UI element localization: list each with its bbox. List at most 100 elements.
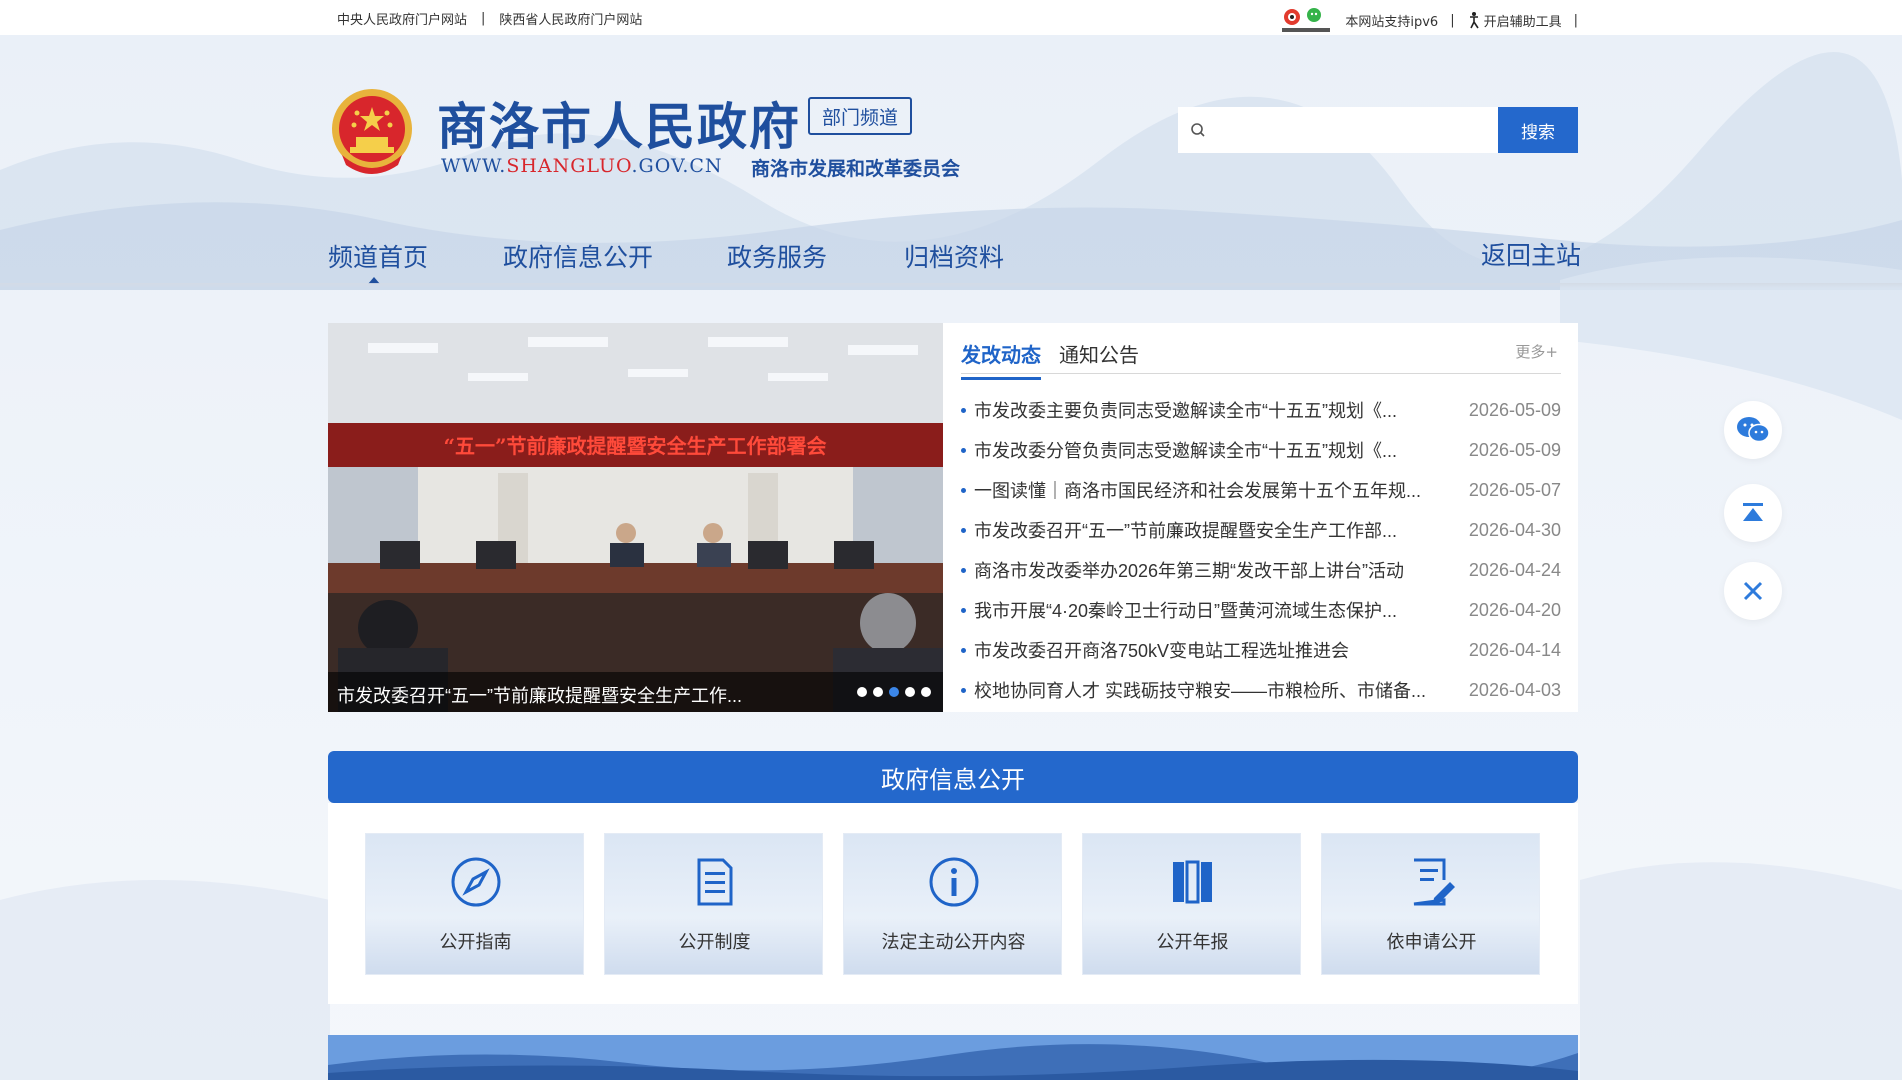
nav-divider	[0, 283, 1902, 288]
card-label: 依申请公开	[1386, 932, 1477, 952]
news-date: 2026-04-24	[1468, 559, 1561, 580]
card-label: 公开指南	[439, 932, 512, 952]
site-url-domain: SHANGLUO	[506, 155, 632, 177]
bullet-icon	[961, 607, 966, 613]
card-disclosure-rules[interactable]: 公开制度	[604, 833, 823, 975]
news-date: 2026-04-03	[1468, 679, 1561, 700]
news-title[interactable]: 商洛市发改委举办2026年第三期“发改干部上讲台”活动	[974, 557, 1456, 583]
nav-item-archive[interactable]: 归档资料	[904, 238, 1004, 274]
more-link[interactable]: 更多+	[1515, 341, 1558, 362]
divider: |	[1450, 12, 1455, 28]
bullet-icon	[961, 647, 966, 653]
news-title[interactable]: 市发改委分管负责同志受邀解读全市“十五五”规划《...	[974, 437, 1456, 463]
bottom-landscape-banner	[328, 1035, 1578, 1080]
department-channel-badge: 部门频道	[808, 97, 912, 135]
divider: |	[1573, 12, 1578, 28]
list-item[interactable]: 校地协同育人才 实践砺技守粮安——市粮检所、市储备... 2026-04-03	[961, 670, 1561, 710]
bullet-icon	[961, 407, 966, 413]
department-name: 商洛市发展和改革委员会	[751, 158, 961, 180]
news-title[interactable]: 校地协同育人才 实践砺技守粮安——市粮检所、市储备...	[974, 677, 1456, 703]
site-url-suffix: .GOV.CN	[631, 155, 723, 177]
list-item[interactable]: 我市开展“4·20秦岭卫士行动日”暨黄河流域生态保护... 2026-04-20	[961, 590, 1561, 630]
divider: |	[481, 11, 486, 26]
carousel-caption[interactable]: 市发改委召开“五一”节前廉政提醒暨安全生产工作...	[337, 682, 742, 708]
card-apply-disclosure[interactable]: 依申请公开	[1321, 833, 1540, 975]
central-gov-link[interactable]: 中央人民政府门户网站	[337, 9, 467, 28]
info-icon	[929, 857, 979, 907]
disclosure-panel: 公开指南 公开制度 法定主动公开内容 公开年报 依申请公开	[328, 803, 1578, 1004]
search-box: 搜索	[1178, 107, 1578, 153]
bullet-icon	[961, 447, 966, 453]
card-disclosure-guide[interactable]: 公开指南	[365, 833, 584, 975]
bullet-icon	[961, 687, 966, 693]
edit-form-icon	[1413, 858, 1455, 906]
news-date: 2026-05-09	[1468, 439, 1561, 460]
main-nav: 频道首页 政府信息公开 政务服务 归档资料 返回主站	[0, 220, 1902, 285]
news-title[interactable]: 一图读懂｜商洛市国民经济和社会发展第十五个五年规...	[974, 477, 1456, 503]
news-panel: 发改动态 通知公告 更多+ 市发改委主要负责同志受邀解读全市“十五五”规划《..…	[943, 323, 1578, 712]
carousel-dot[interactable]	[905, 687, 915, 697]
bullet-icon	[961, 487, 966, 493]
card-statutory-content[interactable]: 法定主动公开内容	[843, 833, 1062, 975]
nav-item-services[interactable]: 政务服务	[727, 238, 827, 274]
search-input[interactable]	[1218, 107, 1498, 153]
list-item[interactable]: 市发改委分管负责同志受邀解读全市“十五五”规划《... 2026-05-09	[961, 430, 1561, 470]
shaanxi-gov-link[interactable]: 陕西省人民政府门户网站	[499, 9, 642, 28]
compass-icon	[451, 857, 501, 907]
news-title[interactable]: 我市开展“4·20秦岭卫士行动日”暨黄河流域生态保护...	[974, 597, 1456, 623]
news-date: 2026-04-30	[1468, 519, 1561, 540]
carousel-dots	[857, 687, 931, 697]
wechat-button[interactable]	[1724, 401, 1782, 459]
wechat-icon	[1737, 417, 1770, 443]
search-icon	[1178, 107, 1218, 153]
weibo-wechat-matrix-icon[interactable]	[1279, 6, 1333, 34]
back-to-top-button[interactable]	[1724, 484, 1782, 542]
carousel-caption-bar: 市发改委召开“五一”节前廉政提醒暨安全生产工作...	[328, 672, 943, 712]
tab-divider	[961, 373, 1561, 374]
site-url: WWW.SHANGLUO.GOV.CN	[441, 155, 723, 177]
news-carousel[interactable]: “五一”节前廉政提醒暨安全生产工作部署会 市发改委召开“五一”节前廉政提醒暨安全…	[328, 323, 943, 712]
card-label: 公开年报	[1156, 932, 1229, 952]
news-date: 2026-04-20	[1468, 599, 1561, 620]
accessibility-label: 开启辅助工具	[1483, 14, 1562, 30]
carousel-banner-text: “五一”节前廉政提醒暨安全生产工作部署会	[443, 434, 826, 458]
national-emblem-logo[interactable]	[330, 85, 414, 179]
bullet-icon	[961, 567, 966, 573]
site-url-prefix: WWW.	[441, 155, 507, 177]
search-button[interactable]: 搜索	[1498, 107, 1578, 153]
disclosure-section-header: 政府信息公开	[328, 751, 1578, 803]
nav-back-to-main-site[interactable]: 返回主站	[1481, 236, 1581, 272]
carousel-dot[interactable]	[921, 687, 931, 697]
accessibility-icon	[1469, 12, 1479, 29]
list-item[interactable]: 商洛市发改委举办2026年第三期“发改干部上讲台”活动 2026-04-24	[961, 550, 1561, 590]
nav-item-home[interactable]: 频道首页	[328, 238, 428, 274]
card-label: 公开制度	[678, 932, 751, 952]
top-utility-bar: 中央人民政府门户网站 | 陕西省人民政府门户网站 本网站支持ipv6 | 开启辅…	[0, 0, 1902, 35]
back-to-top-icon	[1743, 503, 1763, 521]
news-date: 2026-05-07	[1468, 479, 1561, 500]
list-item[interactable]: 市发改委召开“五一”节前廉政提醒暨安全生产工作部... 2026-04-30	[961, 510, 1561, 550]
news-date: 2026-05-09	[1468, 399, 1561, 420]
news-title[interactable]: 市发改委主要负责同志受邀解读全市“十五五”规划《...	[974, 397, 1456, 423]
carousel-dot[interactable]	[857, 687, 867, 697]
news-title[interactable]: 市发改委召开商洛750kV变电站工程选址推进会	[974, 637, 1456, 663]
ipv6-notice: 本网站支持ipv6	[1345, 14, 1439, 30]
site-title: 商洛市人民政府	[437, 97, 801, 156]
news-date: 2026-04-14	[1468, 639, 1561, 660]
close-icon	[1743, 581, 1763, 601]
carousel-dot[interactable]	[873, 687, 883, 697]
list-item[interactable]: 市发改委召开商洛750kV变电站工程选址推进会 2026-04-14	[961, 630, 1561, 670]
card-annual-report[interactable]: 公开年报	[1082, 833, 1301, 975]
list-item[interactable]: 市发改委主要负责同志受邀解读全市“十五五”规划《... 2026-05-09	[961, 390, 1561, 430]
accessibility-toggle[interactable]: 开启辅助工具	[1467, 11, 1562, 30]
close-side-tools-button[interactable]	[1724, 562, 1782, 620]
news-title[interactable]: 市发改委召开“五一”节前廉政提醒暨安全生产工作部...	[974, 517, 1456, 543]
books-icon	[1173, 860, 1212, 904]
nav-item-disclosure[interactable]: 政府信息公开	[503, 238, 653, 274]
bullet-icon	[961, 527, 966, 533]
carousel-photo: “五一”节前廉政提醒暨安全生产工作部署会	[328, 323, 943, 712]
card-label: 法定主动公开内容	[881, 932, 1026, 952]
list-item[interactable]: 一图读懂｜商洛市国民经济和社会发展第十五个五年规... 2026-05-07	[961, 470, 1561, 510]
document-icon	[697, 858, 733, 906]
carousel-dot-active[interactable]	[889, 687, 899, 697]
